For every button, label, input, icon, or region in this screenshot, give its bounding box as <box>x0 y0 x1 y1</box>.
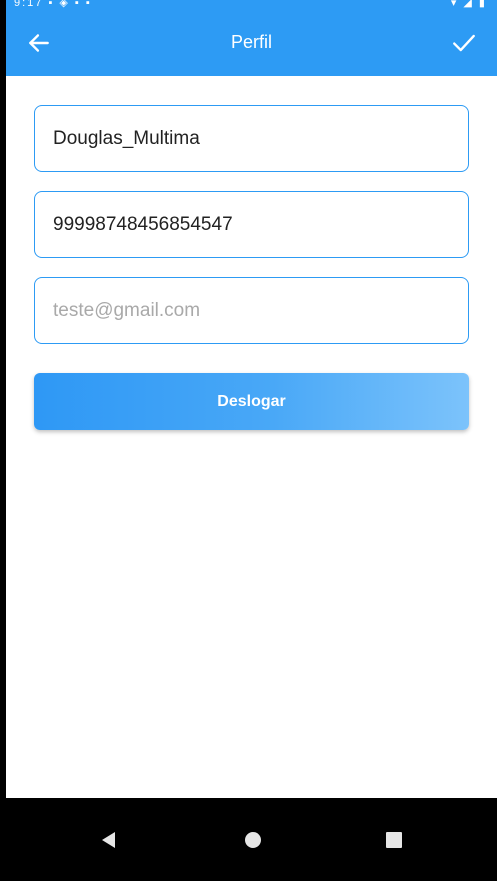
username-input[interactable] <box>35 106 468 171</box>
email-input[interactable] <box>35 278 468 343</box>
phone-field <box>34 191 469 258</box>
logout-button[interactable]: Deslogar <box>34 373 469 430</box>
status-bar: 9:17 ▪ ◈ ▪ ▪ ▾ ◢ ▮ <box>6 0 497 8</box>
phone-input[interactable] <box>35 192 468 257</box>
page-title: Perfil <box>230 32 272 52</box>
status-bar-right: ▾ ◢ ▮ <box>450 0 487 8</box>
app-bar: Perfil <box>6 8 497 76</box>
system-nav-bar <box>0 798 497 881</box>
email-field <box>34 277 469 344</box>
triangle-back-icon[interactable] <box>94 825 124 855</box>
username-field <box>34 105 469 172</box>
circle-home-icon[interactable] <box>238 825 268 855</box>
status-bar-left: 9:17 ▪ ◈ ▪ ▪ <box>14 0 92 8</box>
app-screen: 9:17 ▪ ◈ ▪ ▪ ▾ ◢ ▮ Perfil Deslogar <box>6 0 497 798</box>
check-icon[interactable] <box>451 30 477 56</box>
square-recents-icon[interactable] <box>379 825 409 855</box>
